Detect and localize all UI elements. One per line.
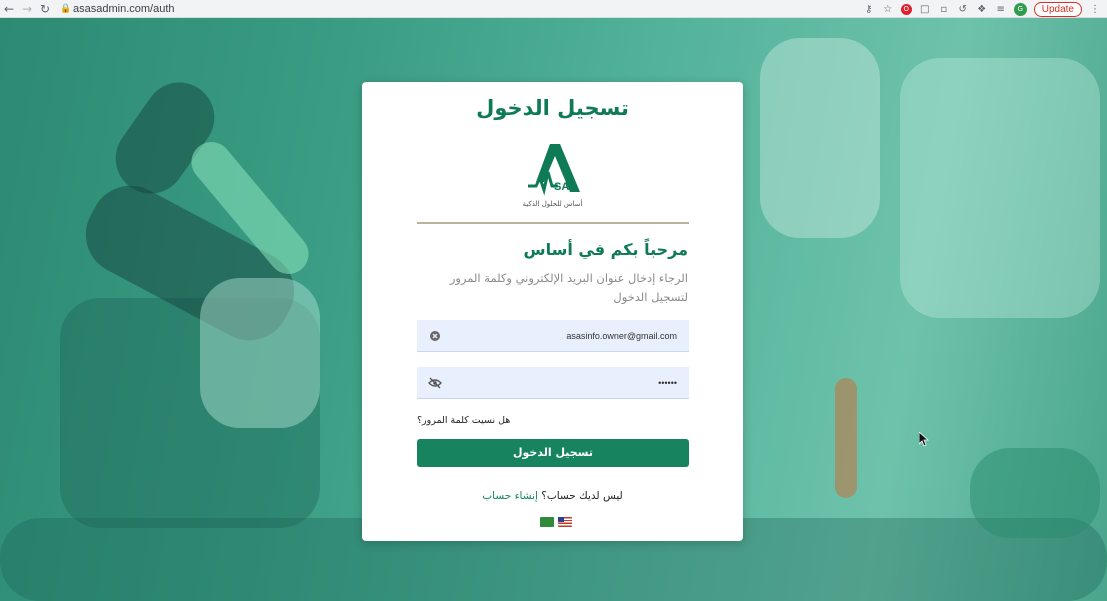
avatar[interactable]: G	[1013, 2, 1027, 16]
eye-slash-icon[interactable]	[428, 376, 442, 390]
password-value: ••••••	[658, 378, 677, 388]
refresh-extension-icon[interactable]: ↺	[957, 4, 969, 15]
star-icon[interactable]: ☆	[882, 4, 894, 15]
key-icon[interactable]: ⚷	[863, 4, 875, 15]
mouse-cursor-icon	[919, 432, 929, 446]
update-button[interactable]: Update	[1033, 1, 1082, 17]
forward-icon[interactable]: →	[18, 2, 36, 16]
reload-icon[interactable]: ↻	[36, 2, 54, 16]
reading-list-icon[interactable]: ≡	[995, 4, 1007, 15]
saudi-flag-icon[interactable]	[540, 517, 554, 527]
welcome-heading: مرحباً بكم في أساس	[523, 240, 688, 259]
page-title: تسجيل الدخول	[476, 96, 629, 120]
browser-toolbar: ← → ↻ 🔒 asasadmin.com/auth ⚷ ☆ O □ ▫ ↺ ❖…	[0, 0, 1107, 18]
back-icon[interactable]: ←	[0, 2, 18, 16]
language-switcher	[540, 517, 572, 527]
password-field[interactable]: ••••••	[417, 367, 689, 399]
register-prompt-text: ليس لديك حساب؟	[541, 490, 623, 502]
email-field[interactable]: asasinfo.owner@gmail.com	[417, 320, 689, 352]
login-card: تسجيل الدخول SAS أساس للحلول الذكية مرحب…	[362, 82, 743, 541]
register-prompt: ليس لديك حساب؟ إنشاء حساب	[362, 490, 743, 502]
create-account-link[interactable]: إنشاء حساب	[482, 490, 538, 502]
us-flag-icon[interactable]	[558, 517, 572, 527]
divider	[417, 222, 689, 224]
instructions-text: الرجاء إدخال عنوان البريد الإلكتروني وكل…	[449, 271, 688, 304]
toolbar-right: ⚷ ☆ O □ ▫ ↺ ❖ ≡ G Update ⋮	[863, 0, 1101, 18]
extension-icon[interactable]: □	[919, 4, 931, 15]
puzzle-icon[interactable]: ❖	[976, 4, 988, 15]
opera-extension-icon[interactable]: O	[900, 3, 912, 15]
forgot-password-link[interactable]: هل نسيت كلمة المرور؟	[417, 415, 510, 426]
menu-icon[interactable]: ⋮	[1089, 4, 1101, 15]
login-button[interactable]: تسجيل الدخول	[417, 439, 689, 467]
document-extension-icon[interactable]: ▫	[938, 4, 950, 15]
logo-tagline: أساس للحلول الذكية	[522, 200, 583, 208]
logo-text: SAS	[554, 181, 577, 193]
email-value: asasinfo.owner@gmail.com	[566, 331, 677, 341]
address-bar[interactable]: asasadmin.com/auth	[73, 3, 175, 15]
clear-icon[interactable]	[428, 329, 442, 343]
lock-icon[interactable]: 🔒	[60, 4, 71, 14]
